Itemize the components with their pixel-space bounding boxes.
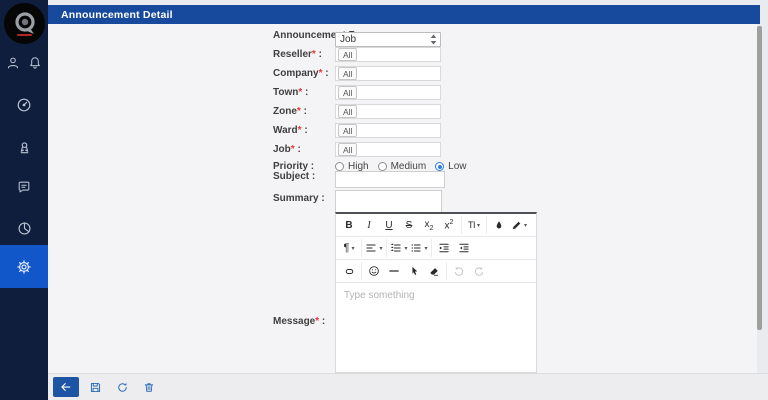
form-row: Reseller* : All: [48, 47, 757, 66]
subscript-button[interactable]: x2: [419, 216, 439, 234]
refresh-button[interactable]: [111, 377, 133, 397]
brand-logo[interactable]: [4, 3, 45, 44]
selected-tag[interactable]: All: [338, 105, 357, 118]
subject-label: Subject :: [273, 171, 315, 182]
paragraph-button[interactable]: ¶▾: [339, 239, 359, 257]
zone-input[interactable]: All: [335, 104, 441, 119]
color-droplet-button[interactable]: [486, 216, 509, 234]
page-header: Announcement Detail: [48, 5, 760, 24]
form-row: Town* : All: [48, 85, 757, 104]
field-label: Company* :: [273, 68, 329, 79]
align-button[interactable]: ▾: [361, 239, 384, 257]
form-row: Company* : All: [48, 66, 757, 85]
selected-tag[interactable]: All: [338, 48, 357, 61]
editor-toolbar-row: ¶▾▾▾▾: [336, 237, 536, 260]
sidebar-item-notes[interactable]: [0, 174, 48, 200]
subject-input[interactable]: [335, 171, 445, 188]
message-editor-body[interactable]: Type something: [336, 283, 536, 375]
sidebar-item-settings[interactable]: [0, 245, 48, 288]
ordered-list-button[interactable]: ▾: [386, 239, 409, 257]
redo-button: [469, 262, 489, 280]
pen-button[interactable]: ▾: [509, 216, 529, 234]
save-button[interactable]: [84, 377, 106, 397]
reseller-input[interactable]: All: [335, 47, 441, 62]
field-label: Reseller* :: [273, 49, 322, 60]
message-label: Message* :: [273, 316, 325, 327]
superscript-button[interactable]: x2: [439, 216, 459, 234]
content: Announcement For : Job Reseller* :AllCom…: [48, 24, 757, 373]
field-label: Zone* :: [273, 106, 307, 117]
font-size-button[interactable]: TI▾: [461, 216, 484, 234]
unordered-list-button[interactable]: ▾: [409, 239, 429, 257]
form-row: Ward* : All: [48, 123, 757, 142]
editor-toolbar-row: BIUSx2x2TI▾▾: [336, 214, 536, 237]
selected-tag[interactable]: All: [338, 86, 357, 99]
outdent-button[interactable]: [454, 239, 474, 257]
message-editor: BIUSx2x2TI▾▾¶▾▾▾▾ Type something: [335, 212, 537, 373]
screen: Announcement Detail Announcement For : J…: [0, 0, 768, 400]
job-input[interactable]: All: [335, 142, 441, 157]
emoji-button[interactable]: [361, 262, 384, 280]
field-label: Job* :: [273, 144, 301, 155]
bold-button[interactable]: B: [339, 216, 359, 234]
underline-button[interactable]: U: [379, 216, 399, 234]
page-title: Announcement Detail: [48, 9, 173, 21]
announcement-for-select[interactable]: Job: [335, 32, 441, 47]
pointer-button[interactable]: [404, 262, 424, 280]
indent-button[interactable]: [431, 239, 454, 257]
bell-icon[interactable]: [28, 55, 43, 70]
sidebar-item-dashboard[interactable]: [0, 92, 48, 118]
selected-tag[interactable]: All: [338, 143, 357, 156]
selected-tag[interactable]: All: [338, 124, 357, 137]
announcement-for-value: Job: [340, 34, 356, 45]
footer-toolbar: [48, 373, 768, 400]
form-row: Zone* : All: [48, 104, 757, 123]
field-label: Town* :: [273, 87, 308, 98]
eraser-button[interactable]: [424, 262, 444, 280]
announcement-for-row: Announcement For : Job: [48, 28, 757, 47]
ward-input[interactable]: All: [335, 123, 441, 138]
back-arrow-button[interactable]: [53, 377, 79, 397]
sidebar-item-reports[interactable]: [0, 215, 48, 241]
sidebar-item-badge[interactable]: [0, 134, 48, 160]
user-icon[interactable]: [6, 55, 21, 70]
brand-wordmark: [17, 34, 32, 36]
strikethrough-button[interactable]: S: [399, 216, 419, 234]
undo-button: [446, 262, 469, 280]
selected-tag[interactable]: All: [338, 67, 357, 80]
editor-toolbar: BIUSx2x2TI▾▾¶▾▾▾▾: [336, 214, 536, 283]
sidebar-top-icons: [0, 55, 48, 70]
select-spinner-icon: [430, 34, 437, 45]
horizontal-rule-button[interactable]: [384, 262, 404, 280]
link-button[interactable]: [339, 262, 359, 280]
delete-button[interactable]: [138, 377, 160, 397]
editor-toolbar-row: [336, 260, 536, 283]
sidebar: [0, 0, 48, 400]
company-input[interactable]: All: [335, 66, 441, 81]
vertical-scrollbar-thumb[interactable]: [757, 26, 762, 330]
summary-label: Summary :: [273, 193, 325, 204]
field-label: Ward* :: [273, 125, 308, 136]
editor-placeholder: Type something: [344, 290, 415, 301]
italic-button[interactable]: I: [359, 216, 379, 234]
town-input[interactable]: All: [335, 85, 441, 100]
